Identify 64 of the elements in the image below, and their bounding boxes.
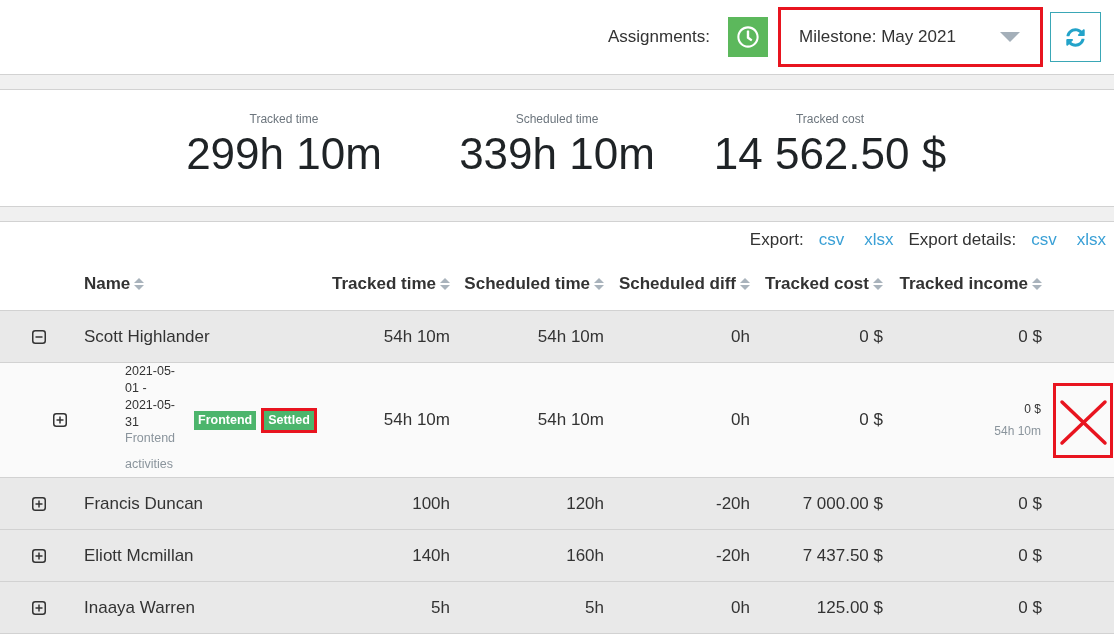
column-header[interactable]: Scheduled time xyxy=(458,258,612,310)
sort-icon xyxy=(873,277,883,291)
person-name: Scott Highlander xyxy=(83,326,210,347)
table-cell-text: -20h xyxy=(715,545,751,566)
table-cell-text: 140h xyxy=(412,545,451,566)
column-header[interactable]: Scheduled diff xyxy=(612,258,758,310)
minus-box-icon[interactable] xyxy=(32,329,46,344)
clock-icon xyxy=(737,26,759,48)
plus-box-icon[interactable] xyxy=(53,413,67,427)
stat-label: Scheduled time xyxy=(515,112,599,126)
export-label: Export details: xyxy=(908,230,1017,250)
table-cell-text: 160h xyxy=(566,545,605,566)
income-time: 54h 10m xyxy=(994,423,1041,440)
stat-value: 14 562.50 $ xyxy=(713,130,947,178)
table-cell-text: 0 $ xyxy=(1018,493,1043,514)
table-cell-text: 5h xyxy=(431,597,451,618)
table-cell-text: 54h 10m xyxy=(383,410,451,430)
stat-value: 299h 10m xyxy=(186,130,382,178)
table-cell-text: 7 000.00 $ xyxy=(802,493,884,514)
sort-icon xyxy=(740,277,750,291)
table-cell-text: 0 $ xyxy=(1018,545,1043,566)
table-cell-text: 100h xyxy=(412,493,451,514)
assignments-label: Assignments: xyxy=(607,27,710,47)
table-cell-text: 54h 10m xyxy=(537,326,605,347)
person-name: Eliott Mcmillan xyxy=(83,545,194,566)
export-label: Export: xyxy=(749,230,804,250)
plus-box-icon[interactable] xyxy=(32,600,46,615)
table-cell-text: 120h xyxy=(566,493,605,514)
table-cell-text: 125.00 $ xyxy=(816,597,884,618)
table-cell-text: 54h 10m xyxy=(537,410,605,430)
column-header[interactable]: Tracked time xyxy=(320,258,458,310)
stat-label: Tracked time xyxy=(249,112,319,126)
plus-box-icon[interactable] xyxy=(32,496,46,511)
column-header[interactable]: Tracked income xyxy=(891,258,1050,310)
income-amount: 0 $ xyxy=(1024,401,1041,418)
table-cell-text: 0h xyxy=(731,410,751,430)
column-header[interactable]: Tracked cost xyxy=(758,258,891,310)
stat-value: 339h 10m xyxy=(459,130,655,178)
caret-icon xyxy=(1000,32,1020,42)
stat-label: Tracked cost xyxy=(795,112,865,126)
sort-icon xyxy=(134,277,145,291)
table-cell-text: 7 437.50 $ xyxy=(802,545,884,566)
table-cell-text: 0 $ xyxy=(1018,597,1043,618)
table-cell-text: 5h xyxy=(585,597,605,618)
sort-icon xyxy=(440,277,450,291)
table-cell-text: 54h 10m xyxy=(383,326,451,347)
table-cell-text: 0 $ xyxy=(859,326,884,347)
tag: Settled xyxy=(261,407,317,433)
person-name: Inaaya Warren xyxy=(83,597,195,618)
date-range: 2021-05-01 - 2021-05-31 xyxy=(125,363,177,431)
description-text: Frontend activities xyxy=(125,430,177,473)
table-cell-text: 0 $ xyxy=(859,410,884,430)
milestone-select[interactable]: Milestone: May 2021 xyxy=(778,7,1043,67)
person-name: Francis Duncan xyxy=(83,493,204,514)
table-cell-text: 0h xyxy=(731,326,751,347)
table-cell-text: 0h xyxy=(731,597,751,618)
column-header[interactable]: Name xyxy=(78,258,320,310)
table-cell-text: -20h xyxy=(715,493,751,514)
plus-box-icon[interactable] xyxy=(32,548,46,563)
sort-icon xyxy=(1032,277,1042,291)
table-cell-text: 0 $ xyxy=(1018,326,1043,347)
refresh-button[interactable] xyxy=(1050,12,1101,62)
sort-icon xyxy=(594,277,604,291)
refresh-icon xyxy=(1066,27,1085,47)
